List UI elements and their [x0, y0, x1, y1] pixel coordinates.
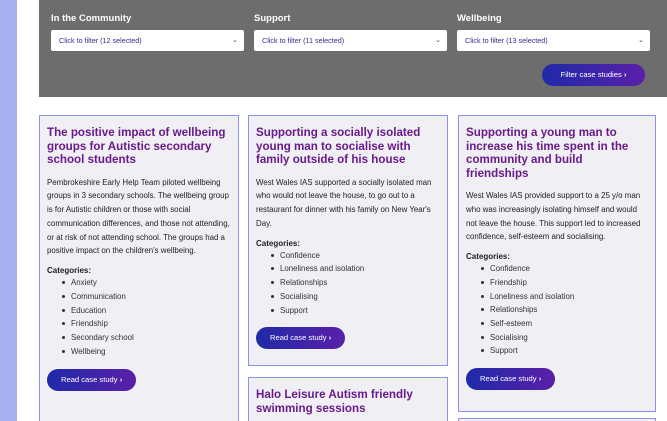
category-item: Relationships — [271, 276, 439, 290]
filter-support: Support Click to filter (11 selected) ⌄ — [254, 13, 447, 51]
filter-select-support[interactable]: Click to filter (11 selected) ⌄ — [254, 30, 447, 51]
case-study-description: West Wales IAS supported a socially isol… — [256, 177, 432, 228]
chevron-right-icon: › — [538, 374, 542, 384]
chevron-down-icon: ⌄ — [435, 37, 441, 44]
chevron-down-icon: ⌄ — [232, 37, 238, 44]
category-item: Relationships — [481, 303, 647, 317]
page: In the Community Click to filter (12 sel… — [17, 0, 667, 421]
chevron-right-icon: › — [328, 333, 332, 343]
filter-label: Wellbeing — [457, 13, 502, 24]
filter-case-studies-button[interactable]: Filter case studies › — [542, 64, 645, 86]
case-study-title[interactable]: Supporting a young man to increase his t… — [466, 126, 647, 180]
categories-list: Confidence Loneliness and isolation Rela… — [271, 249, 439, 318]
filter-select-value: Click to filter (12 selected) — [59, 36, 142, 45]
category-item: Communication — [62, 290, 230, 304]
filter-panel: In the Community Click to filter (12 sel… — [39, 0, 667, 97]
category-item: Anxiety — [62, 276, 230, 290]
category-item: Self-esteem — [481, 317, 647, 331]
case-study-title[interactable]: Halo Leisure Autism friendly swimming se… — [256, 388, 439, 415]
chevron-right-icon: › — [119, 374, 123, 384]
read-case-study-button[interactable]: Read case study › — [256, 327, 346, 350]
case-study-title[interactable]: Supporting a socially isolated young man… — [256, 126, 439, 167]
category-item: Secondary school — [62, 331, 230, 345]
category-item: Confidence — [271, 249, 439, 263]
category-item: Support — [481, 344, 647, 358]
categories-label: Categories: — [256, 238, 301, 248]
category-item: Loneliness and isolation — [271, 262, 439, 276]
case-study-card: Supporting a young man to increase his t… — [458, 115, 656, 412]
category-item: Support — [271, 304, 439, 318]
category-item: Education — [62, 304, 230, 318]
case-study-card: Halo Leisure Autism friendly swimming se… — [248, 377, 448, 421]
category-item: Friendship — [62, 317, 230, 331]
filter-in-the-community: In the Community Click to filter (12 sel… — [51, 13, 244, 51]
read-button-label: Read case study — [480, 374, 537, 384]
read-case-study-button[interactable]: Read case study › — [466, 368, 556, 391]
filter-select-value: Click to filter (11 selected) — [262, 36, 345, 45]
category-item: Loneliness and isolation — [481, 290, 647, 304]
categories-label: Categories: — [47, 266, 92, 276]
category-item: Confidence — [481, 262, 647, 276]
case-study-description: West Wales IAS provided support to a 25 … — [466, 191, 641, 242]
filter-wellbeing: Wellbeing Click to filter (13 selected) … — [457, 13, 650, 51]
categories-list: Confidence Friendship Loneliness and iso… — [481, 262, 647, 358]
case-study-description: Pembrokeshire Early Help Team piloted we… — [47, 177, 230, 256]
category-item: Socialising — [481, 331, 647, 345]
categories-list: Anxiety Communication Education Friendsh… — [62, 276, 230, 358]
filter-select-in-the-community[interactable]: Click to filter (12 selected) ⌄ — [51, 30, 244, 51]
filter-button-label: Filter case studies — [560, 70, 622, 79]
case-study-card: The positive impact of wellbeing groups … — [39, 115, 239, 421]
chevron-down-icon: ⌄ — [638, 37, 644, 44]
category-item: Socialising — [271, 290, 439, 304]
filter-select-value: Click to filter (13 selected) — [465, 36, 548, 45]
chevron-right-icon: › — [623, 70, 627, 79]
filter-label: Support — [254, 13, 291, 24]
case-study-title[interactable]: The positive impact of wellbeing groups … — [47, 126, 230, 167]
category-item: Friendship — [481, 276, 647, 290]
read-button-label: Read case study — [270, 333, 327, 343]
category-item: Wellbeing — [62, 345, 230, 359]
read-case-study-button[interactable]: Read case study › — [47, 368, 137, 391]
filter-select-wellbeing[interactable]: Click to filter (13 selected) ⌄ — [457, 30, 650, 51]
case-study-card: Supporting a socially isolated young man… — [248, 115, 448, 366]
filter-label: In the Community — [51, 13, 132, 24]
read-button-label: Read case study — [61, 374, 118, 384]
categories-label: Categories: — [466, 252, 511, 262]
